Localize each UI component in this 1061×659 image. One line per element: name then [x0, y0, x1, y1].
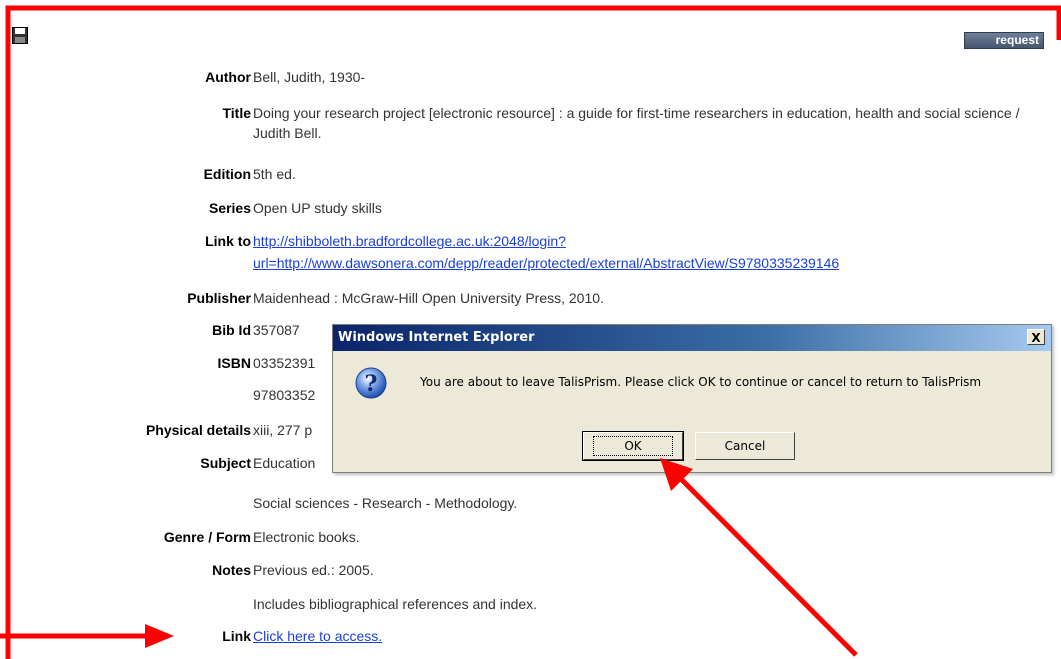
- link-to-url-2[interactable]: url=http://www.dawsonera.com/depp/reader…: [253, 255, 839, 271]
- ok-button[interactable]: OK: [582, 431, 684, 461]
- field-title: Title Doing your research project [elect…: [0, 103, 1061, 145]
- label-title: Title: [222, 105, 251, 121]
- request-button[interactable]: request: [964, 32, 1044, 49]
- label-bib-id: Bib Id: [212, 322, 251, 338]
- label-author: Author: [205, 69, 251, 85]
- value-genre-form: Electronic books.: [253, 529, 360, 545]
- label-publisher: Publisher: [187, 290, 251, 306]
- link-to-url-line2[interactable]: url=http://www.dawsonera.com/depp/reader…: [253, 253, 1033, 273]
- link-to-url-1[interactable]: http://shibboleth.bradfordcollege.ac.uk:…: [253, 233, 566, 249]
- label-link-to: Link to: [205, 233, 251, 249]
- field-link-to: Link to http://shibboleth.bradfordcolleg…: [0, 231, 1061, 273]
- svg-text:?: ?: [365, 371, 378, 397]
- field-edition: Edition 5th ed.: [0, 164, 1061, 184]
- link-to-url-line1[interactable]: http://shibboleth.bradfordcollege.ac.uk:…: [253, 231, 1033, 251]
- close-icon[interactable]: X: [1027, 329, 1045, 345]
- label-edition: Edition: [203, 166, 251, 182]
- dialog-title: Windows Internet Explorer: [333, 325, 1051, 351]
- field-series: Series Open UP study skills: [0, 198, 1061, 218]
- value-notes-1: Previous ed.: 2005.: [253, 562, 374, 578]
- field-genre-form: Genre / Form Electronic books.: [0, 527, 1061, 547]
- value-title: Doing your research project [electronic …: [253, 105, 1020, 141]
- question-icon: ?: [355, 367, 387, 399]
- label-subject: Subject: [200, 455, 251, 471]
- field-publisher: Publisher Maidenhead : McGraw-Hill Open …: [0, 288, 1061, 308]
- cancel-button[interactable]: Cancel: [695, 432, 795, 460]
- value-subject-2: Social sciences - Research - Methodology…: [253, 495, 518, 511]
- value-series: Open UP study skills: [253, 200, 382, 216]
- link-access-wrap[interactable]: Click here to access.: [253, 626, 1033, 646]
- value-author: Bell, Judith, 1930-: [253, 69, 366, 85]
- field-author: Author Bell, Judith, 1930-: [0, 67, 1061, 87]
- value-notes-2: Includes bibliographical references and …: [253, 596, 538, 612]
- value-publisher: Maidenhead : McGraw-Hill Open University…: [253, 290, 604, 306]
- label-link: Link: [222, 628, 251, 644]
- label-series: Series: [208, 200, 251, 216]
- label-genre-form: Genre / Form: [163, 529, 251, 545]
- dialog-message: You are about to leave TalisPrism. Pleas…: [420, 375, 982, 389]
- field-notes: Notes Previous ed.: 2005. Includes bibli…: [0, 560, 1061, 616]
- click-here-to-access-link[interactable]: Click here to access.: [253, 628, 382, 644]
- label-isbn: ISBN: [217, 355, 251, 371]
- leave-site-dialog: Windows Internet Explorer X ? You are ab…: [332, 324, 1052, 473]
- field-link: Link Click here to access.: [0, 626, 1061, 646]
- label-notes: Notes: [212, 562, 251, 578]
- ok-label: OK: [593, 436, 673, 456]
- value-edition: 5th ed.: [253, 166, 296, 182]
- label-physical-details: Physical details: [145, 422, 251, 438]
- save-icon[interactable]: [12, 27, 28, 44]
